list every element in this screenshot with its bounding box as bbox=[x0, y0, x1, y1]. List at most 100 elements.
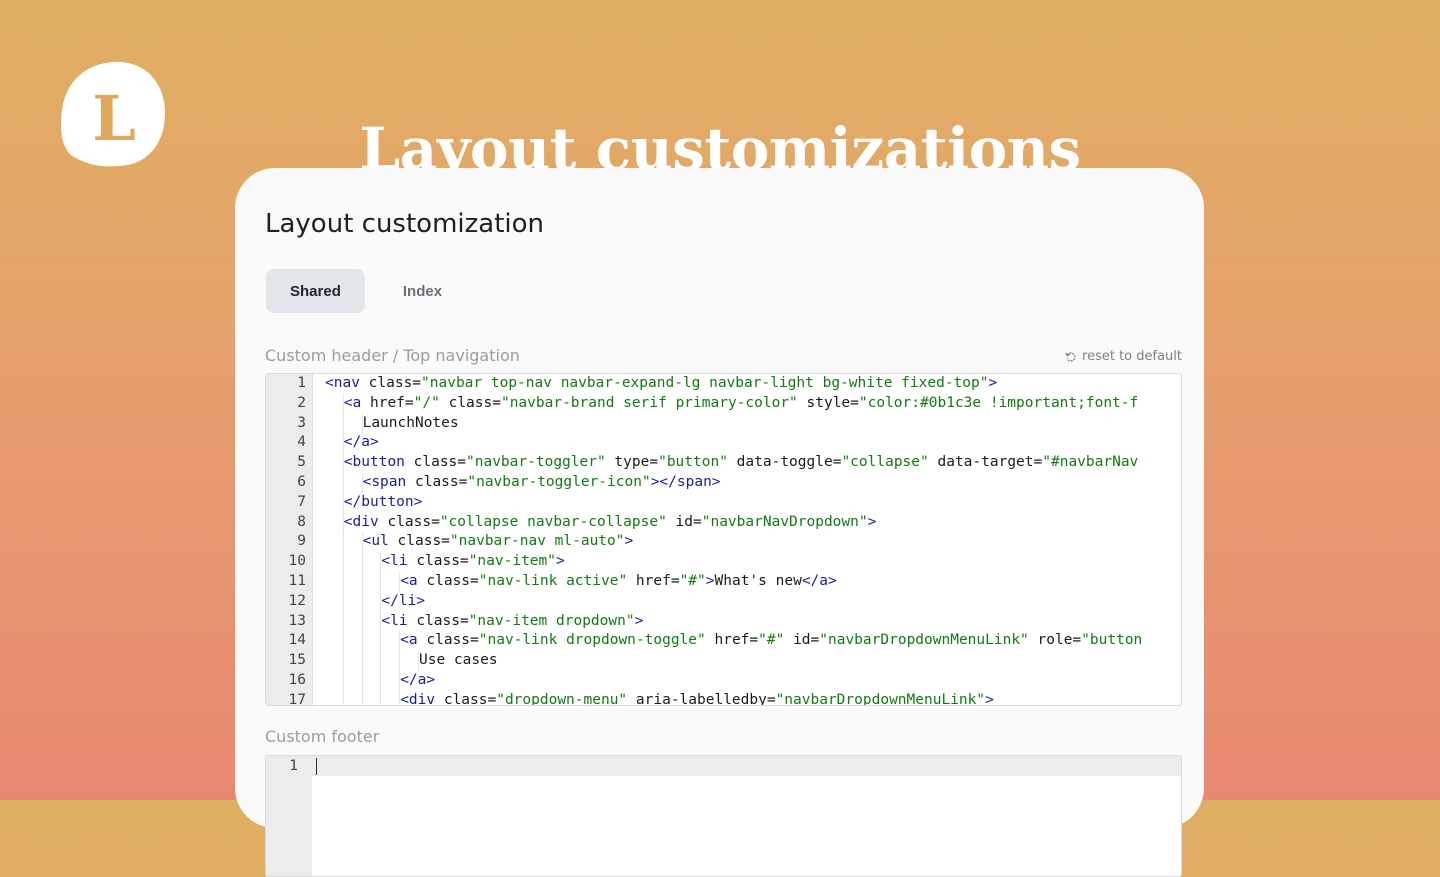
code-token: id= bbox=[666, 513, 702, 530]
code-token: "button bbox=[1081, 632, 1143, 649]
code-token: </li> bbox=[381, 592, 426, 609]
indent-guide bbox=[380, 670, 382, 691]
line-number: 12 bbox=[288, 592, 306, 609]
code-token: "nav-link dropdown-toggle" bbox=[478, 632, 706, 649]
reset-to-default-link[interactable]: reset to default bbox=[1065, 349, 1182, 364]
footer-code-editor[interactable]: 1 bbox=[265, 755, 1182, 877]
code-text: <button class="navbar-toggler" type="but… bbox=[344, 453, 1138, 473]
tab-index[interactable]: Index bbox=[379, 269, 466, 313]
code-token: role= bbox=[1028, 632, 1082, 649]
indent-guide bbox=[342, 472, 344, 493]
header-code-editor[interactable]: 1 <nav class="navbar top-nav navbar-expan… bbox=[265, 373, 1182, 706]
line-number: 14 bbox=[288, 632, 306, 649]
code-line: 3 LaunchNotes bbox=[266, 413, 1181, 434]
code-token: "nav-link active" bbox=[478, 572, 628, 589]
code-line: 17 <div class="dropdown-menu" aria-labell… bbox=[266, 690, 1181, 706]
code-token: id= bbox=[784, 632, 820, 649]
code-token: <nav bbox=[325, 375, 360, 391]
indent-guide bbox=[342, 532, 344, 553]
indent-guide bbox=[342, 552, 344, 572]
code-token: > bbox=[705, 572, 715, 589]
code-token: href= bbox=[627, 572, 680, 589]
line-number: 8 bbox=[297, 513, 306, 530]
code-token: "collapse" bbox=[841, 454, 929, 471]
line-number: 7 bbox=[297, 493, 306, 510]
indent-guide bbox=[380, 690, 382, 705]
code-text: <div class="dropdown-menu" aria-labelled… bbox=[400, 691, 994, 706]
line-number: 1 bbox=[297, 375, 306, 391]
code-token: "dropdown-menu" bbox=[496, 691, 628, 706]
indent-guide bbox=[380, 571, 382, 592]
code-token: href= bbox=[361, 394, 414, 411]
code-token: > bbox=[634, 612, 644, 629]
code-text: Use cases bbox=[419, 651, 498, 671]
indent-guide bbox=[342, 571, 344, 592]
settings-card: Layout customization Shared Index Custom… bbox=[235, 168, 1204, 877]
line-number: 16 bbox=[288, 671, 306, 688]
line-number: 10 bbox=[288, 553, 306, 570]
code-token: "#" bbox=[758, 632, 785, 649]
code-token: </a> bbox=[400, 671, 436, 688]
footer-field-label: Custom footer bbox=[265, 727, 380, 746]
code-token: LaunchNotes bbox=[362, 414, 459, 431]
code-token: class= bbox=[407, 553, 469, 570]
code-token: "navbar-brand serif primary-color" bbox=[500, 394, 798, 411]
code-token: <a bbox=[400, 572, 418, 589]
indent-guide bbox=[342, 690, 344, 705]
code-text: <li class="nav-item"> bbox=[381, 552, 564, 572]
line-number: 17 bbox=[288, 691, 306, 706]
code-text: </a> bbox=[400, 671, 435, 691]
code-line: 16 </a> bbox=[266, 670, 1181, 691]
code-token: > bbox=[988, 375, 998, 391]
code-text: <a class="nav-link dropdown-toggle" href… bbox=[400, 631, 1142, 651]
code-token: <span bbox=[362, 473, 407, 490]
line-number: 9 bbox=[297, 533, 306, 550]
code-token: "navbar-nav ml-auto" bbox=[449, 533, 625, 550]
code-token: "nav-item" bbox=[468, 553, 557, 570]
code-line: 12 </li> bbox=[266, 591, 1181, 612]
indent-guide bbox=[380, 651, 382, 671]
code-token: <div bbox=[343, 513, 379, 530]
code-token: "button" bbox=[658, 454, 728, 471]
indent-guide bbox=[361, 591, 363, 612]
code-text: LaunchNotes bbox=[363, 414, 459, 434]
line-number: 2 bbox=[297, 394, 306, 411]
code-token: class= bbox=[439, 394, 501, 411]
code-token: <div bbox=[400, 691, 436, 706]
indent-guide bbox=[342, 631, 344, 652]
reset-label: reset to default bbox=[1082, 349, 1182, 364]
code-token: class= bbox=[417, 632, 479, 649]
code-token: "navbarDropdownMenuLink" bbox=[819, 632, 1029, 649]
indent-guide bbox=[342, 413, 344, 434]
code-line: 8 <div class="collapse navbar-collapse" i… bbox=[266, 512, 1181, 533]
code-token: <li bbox=[381, 553, 408, 570]
line-number: 4 bbox=[297, 434, 306, 451]
code-token: <button bbox=[343, 454, 405, 471]
code-token: class= bbox=[388, 533, 450, 550]
code-line: 13 <li class="nav-item dropdown"> bbox=[266, 611, 1181, 632]
indent-guide bbox=[342, 651, 344, 671]
code-text: <a href="/" class="navbar-brand serif pr… bbox=[344, 394, 1138, 414]
code-text: <nav class="navbar top-nav navbar-expand… bbox=[325, 374, 997, 394]
indent-guide bbox=[361, 690, 363, 705]
code-token: What's new bbox=[714, 572, 802, 589]
code-token: "navbar-toggler" bbox=[466, 454, 606, 471]
tab-shared[interactable]: Shared bbox=[266, 269, 365, 313]
line-number: 11 bbox=[288, 572, 306, 589]
reset-icon bbox=[1065, 351, 1076, 362]
code-token: type= bbox=[605, 454, 659, 471]
code-token: > bbox=[867, 513, 877, 530]
indent-guide bbox=[342, 611, 344, 632]
card-title: Layout customization bbox=[265, 209, 545, 239]
code-text: <div class="collapse navbar-collapse" id… bbox=[344, 513, 877, 533]
code-text: <span class="navbar-toggler-icon"></span… bbox=[363, 473, 721, 493]
code-text: <li class="nav-item dropdown"> bbox=[381, 612, 643, 632]
code-token: <a bbox=[400, 632, 418, 649]
code-token: > bbox=[556, 553, 565, 570]
code-line: 1 <nav class="navbar top-nav navbar-expan… bbox=[266, 374, 1181, 394]
code-token: </a> bbox=[343, 434, 379, 451]
line-number: 13 bbox=[288, 612, 306, 629]
code-token: style= bbox=[797, 394, 859, 411]
code-token: > bbox=[624, 533, 634, 550]
code-line: 2 <a href="/" class="navbar-brand serif p… bbox=[266, 393, 1181, 414]
